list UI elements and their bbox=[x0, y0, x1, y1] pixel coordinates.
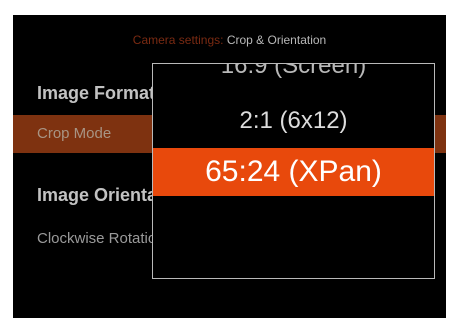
breadcrumb: Camera settings: Crop & Orientation bbox=[13, 32, 446, 48]
breadcrumb-parent[interactable]: Camera settings: bbox=[133, 33, 224, 47]
crop-mode-item[interactable]: Crop Mode bbox=[37, 125, 111, 143]
clockwise-rotation-item[interactable]: Clockwise Rotation bbox=[37, 230, 165, 248]
picker-option-65-24-selected[interactable]: 65:24 (XPan) bbox=[153, 148, 434, 196]
image-format-heading: Image Format bbox=[37, 83, 156, 103]
picker-option-16-9[interactable]: 16:9 (Screen) bbox=[153, 64, 434, 81]
camera-settings-screen: Camera settings: Crop & Orientation Imag… bbox=[13, 15, 446, 318]
picker-option-2-1[interactable]: 2:1 (6x12) bbox=[153, 106, 434, 136]
breadcrumb-current: Crop & Orientation bbox=[226, 33, 327, 47]
crop-mode-picker[interactable]: 16:9 (Screen) 2:1 (6x12) 65:24 (XPan) bbox=[152, 63, 435, 279]
